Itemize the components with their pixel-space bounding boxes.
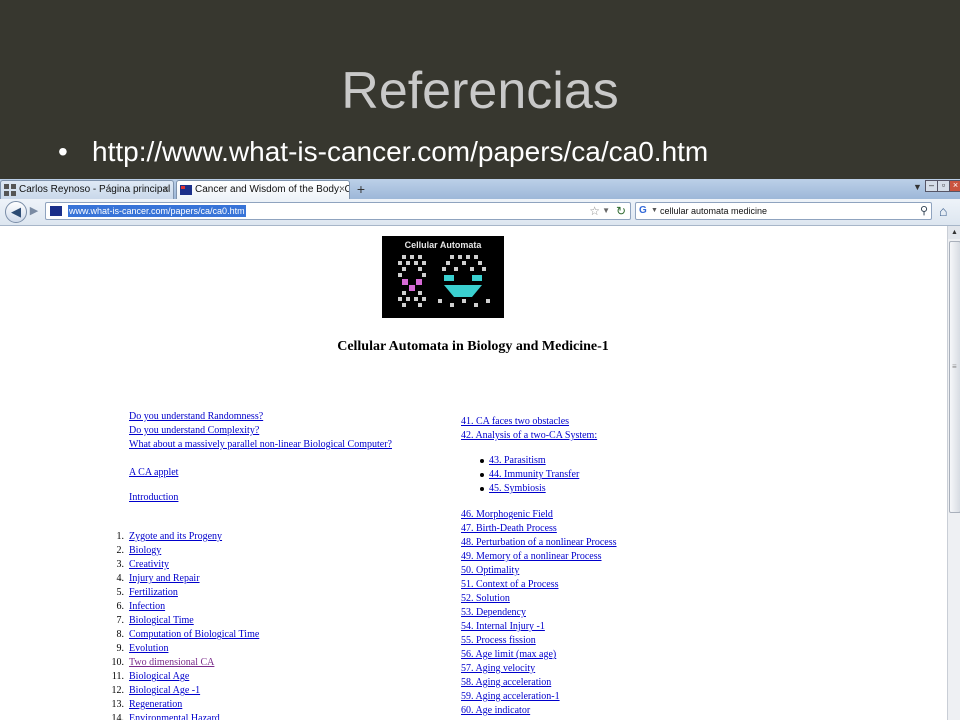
right-list-link[interactable]: 47. Birth-Death Process	[461, 523, 557, 535]
bullet-url: http://www.what-is-cancer.com/papers/ca/…	[92, 136, 709, 167]
bullet-dot: •	[58, 136, 68, 167]
list-item-link[interactable]: Environmental Hazard	[129, 713, 220, 720]
list-item-link[interactable]: Infection	[129, 601, 165, 613]
list-number: 10.	[111, 657, 125, 668]
tab-cancer-wisdom[interactable]: Cancer and Wisdom of the Body: Cell... ×	[176, 180, 350, 199]
url-dropdown-icon[interactable]: ▼	[602, 203, 610, 219]
list-item-link[interactable]: Biological Time	[129, 615, 194, 627]
close-window-icon[interactable]: ×	[949, 180, 960, 192]
right-list-link[interactable]: 52. Solution	[461, 593, 510, 605]
scroll-grip-icon: ≡	[952, 362, 957, 371]
cellular-automata-logo: Cellular Automata	[382, 236, 504, 318]
list-item-link[interactable]: Creativity	[129, 559, 169, 571]
new-tab-button[interactable]: +	[353, 181, 369, 197]
list-number: 9.	[116, 643, 125, 654]
close-tab-icon[interactable]: ×	[163, 181, 169, 199]
right-list-link[interactable]: 55. Process fission	[461, 635, 536, 647]
search-icon[interactable]: ⚲	[920, 203, 928, 219]
right-list-link[interactable]: 56. Age limit (max age)	[461, 649, 556, 661]
slide-bullet: • http://www.what-is-cancer.com/papers/ca…	[58, 132, 708, 172]
search-input[interactable]: cellular automata medicine	[660, 205, 767, 217]
right-list-link[interactable]: 49. Memory of a nonlinear Process	[461, 551, 602, 563]
navigation-bar: ◀ ▶ www.what-is-cancer.com/papers/ca/ca0…	[0, 199, 960, 226]
tab-label: Carlos Reynoso - Página principal	[19, 184, 171, 195]
list-number: 4.	[116, 573, 125, 584]
list-item-link[interactable]: Regeneration	[129, 699, 182, 711]
google-icon[interactable]: G	[639, 205, 651, 217]
list-item-link[interactable]: Biological Age -1	[129, 685, 200, 697]
bullet-icon	[480, 473, 484, 477]
site-favicon-icon	[50, 206, 62, 216]
list-number: 13.	[111, 699, 125, 710]
link-introduction[interactable]: Introduction	[129, 492, 178, 504]
tab-carlos-reynoso[interactable]: Carlos Reynoso - Página principal ×	[0, 180, 174, 199]
link-biological-computer[interactable]: What about a massively parallel non-line…	[129, 439, 392, 451]
list-number: 5.	[116, 587, 125, 598]
right-list-link[interactable]: 58. Aging acceleration	[461, 677, 551, 689]
sub-list-link[interactable]: 45. Symbiosis	[489, 483, 546, 495]
list-item-link[interactable]: Fertilization	[129, 587, 178, 599]
search-bar[interactable]: G ▼ cellular automata medicine ⚲	[635, 202, 932, 220]
flag-favicon-icon	[180, 185, 192, 195]
list-item-link[interactable]: Evolution	[129, 643, 168, 655]
grid-favicon-icon	[4, 184, 16, 196]
page-heading: Cellular Automata in Biology and Medicin…	[337, 339, 609, 354]
right-list-link[interactable]: 59. Aging acceleration-1	[461, 691, 560, 703]
list-number: 11.	[111, 671, 124, 682]
reload-icon[interactable]: ↻	[616, 203, 626, 219]
right-list-link[interactable]: 51. Context of a Process	[461, 579, 559, 591]
sub-list-link[interactable]: 44. Immunity Transfer	[489, 469, 579, 481]
list-item-link[interactable]: Injury and Repair	[129, 573, 200, 585]
slide-title: Referencias	[341, 62, 619, 120]
list-item-link[interactable]: Zygote and its Progeny	[129, 531, 222, 543]
list-number: 3.	[116, 559, 125, 570]
tab-list-icon[interactable]: ▼	[913, 182, 922, 192]
page-content: Cellular Automata Cellular Automata in B…	[0, 226, 946, 720]
link-two-ca-system[interactable]: 42. Analysis of a two-CA System:	[461, 430, 597, 442]
list-number: 14.	[111, 713, 125, 720]
home-icon[interactable]: ⌂	[939, 203, 947, 219]
list-number: 6.	[116, 601, 125, 612]
link-complexity[interactable]: Do you understand Complexity?	[129, 425, 259, 437]
list-item-link[interactable]: Biology	[129, 545, 161, 557]
close-tab-icon[interactable]: ×	[339, 181, 345, 199]
right-list-link[interactable]: 50. Optimality	[461, 565, 519, 577]
right-list-link[interactable]: 57. Aging velocity	[461, 663, 535, 675]
list-number: 2.	[116, 545, 125, 556]
list-number: 1.	[116, 531, 125, 542]
right-list-link[interactable]: 53. Dependency	[461, 607, 526, 619]
bullet-icon	[480, 459, 484, 463]
list-number: 12.	[111, 685, 125, 696]
link-ca-applet[interactable]: A CA applet	[129, 467, 178, 479]
scroll-thumb[interactable]: ≡	[949, 241, 960, 513]
scroll-up-icon[interactable]: ▲	[948, 226, 960, 239]
star-icon[interactable]: ☆	[589, 203, 600, 219]
link-randomness[interactable]: Do you understand Randomness?	[129, 411, 263, 423]
vertical-scrollbar[interactable]: ▲ ≡	[947, 226, 960, 720]
sub-list-link[interactable]: 43. Parasitism	[489, 455, 546, 467]
forward-icon[interactable]: ▶	[27, 204, 41, 218]
right-list-link[interactable]: 48. Perturbation of a nonlinear Process	[461, 537, 617, 549]
tab-bar: Carlos Reynoso - Página principal × Canc…	[0, 179, 960, 199]
url-text[interactable]: www.what-is-cancer.com/papers/ca/ca0.htm	[68, 205, 246, 217]
right-list-link[interactable]: 54. Internal Injury -1	[461, 621, 545, 633]
browser-window: Carlos Reynoso - Página principal × Canc…	[0, 179, 960, 720]
list-item-link[interactable]: Two dimensional CA	[129, 657, 214, 669]
list-item-link[interactable]: Biological Age	[129, 671, 189, 683]
back-icon[interactable]: ◀	[5, 201, 27, 223]
url-bar[interactable]: www.what-is-cancer.com/papers/ca/ca0.htm…	[45, 202, 631, 220]
logo-title: Cellular Automata	[404, 240, 482, 250]
tab-label: Cancer and Wisdom of the Body: Cell...	[195, 184, 349, 195]
list-number: 7.	[116, 615, 125, 626]
automata-pattern-icon	[398, 255, 490, 307]
right-list-link[interactable]: 60. Age indicator	[461, 705, 530, 717]
right-list-link[interactable]: 46. Morphogenic Field	[461, 509, 553, 521]
list-item-link[interactable]: Computation of Biological Time	[129, 629, 259, 641]
link-ca-obstacles[interactable]: 41. CA faces two obstacles	[461, 416, 569, 428]
list-number: 8.	[116, 629, 125, 640]
search-engine-dropdown-icon[interactable]: ▼	[651, 204, 658, 218]
bullet-icon	[480, 487, 484, 491]
